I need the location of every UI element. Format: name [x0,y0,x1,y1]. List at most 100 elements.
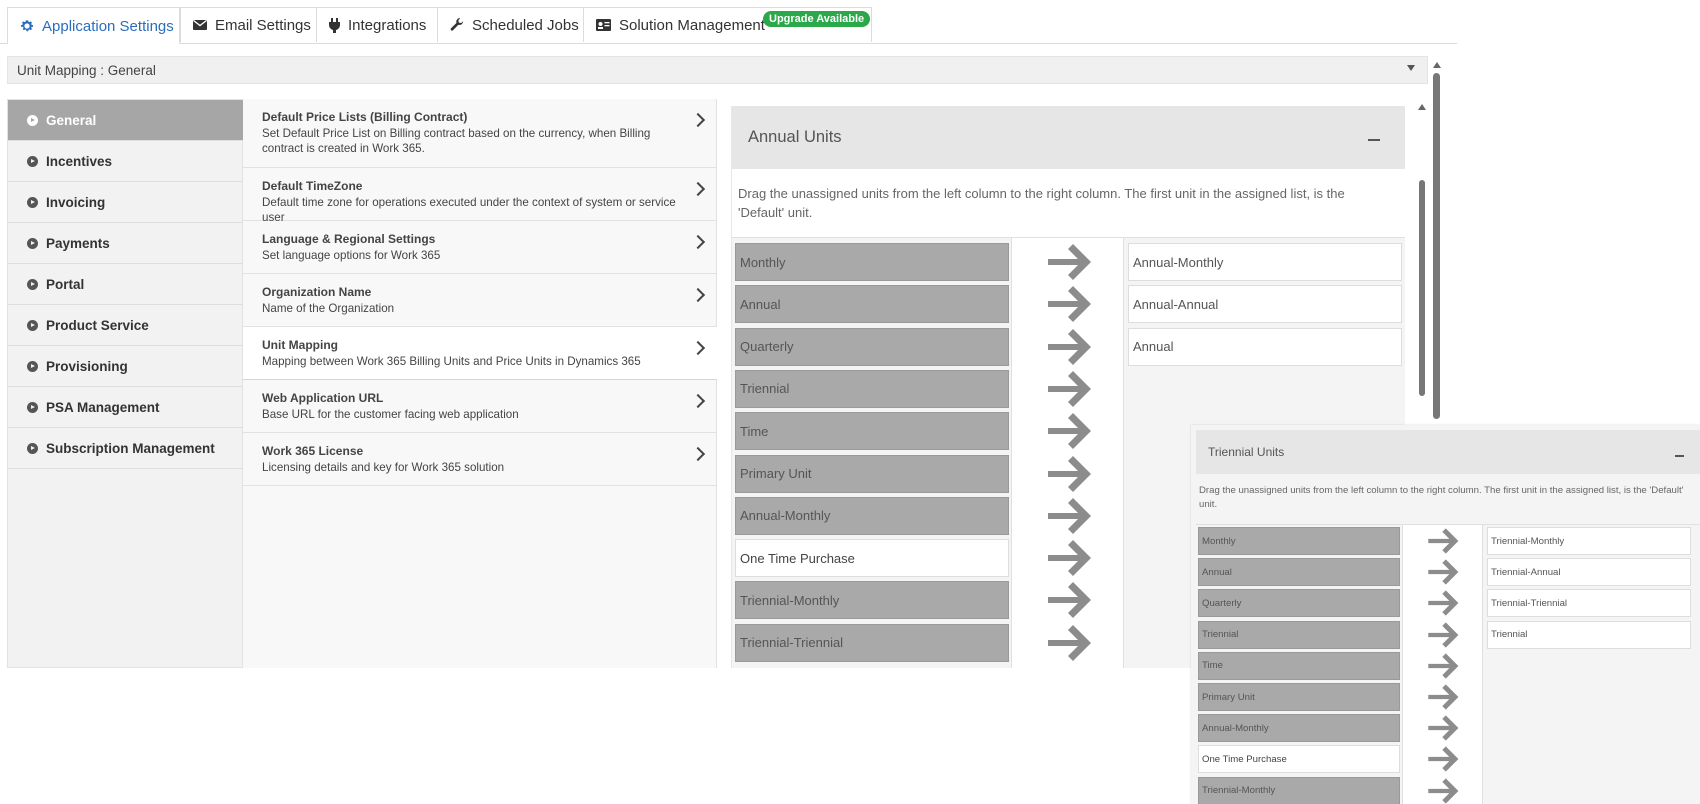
arrow-right-icon [1425,714,1461,742]
assigned-unit-item[interactable]: Annual-Annual [1128,285,1402,324]
collapse-minus-icon[interactable] [1368,139,1380,141]
unassigned-unit-item[interactable]: Annual-Monthly [735,496,1009,535]
setting-web-application-url[interactable]: Web Application URL Base URL for the cus… [243,380,717,433]
annual-units-header[interactable]: Annual Units [732,106,1405,169]
panel-description: Drag the unassigned units from the left … [1199,485,1684,510]
assigned-unit-item[interactable]: Triennial [1487,620,1691,649]
panel-title: Triennial Units [1208,445,1285,459]
chevron-right-icon [690,340,706,356]
tab-label: Integrations [348,16,427,34]
assigned-unit-item[interactable]: Annual-Monthly [1128,243,1402,281]
unassigned-unit-item[interactable]: Quarterly [1198,589,1400,618]
tab-label: Email Settings [215,16,311,34]
arrow-right-icon [1044,327,1094,367]
tab-application-settings[interactable]: Application Settings [7,7,180,44]
page-scrollbar[interactable] [1432,59,1442,419]
settings-list: Default Price Lists (Billing Contract) S… [243,99,717,668]
nav-item-general[interactable]: General [8,100,244,141]
chevron-right-icon [690,446,706,462]
unassigned-unit-item[interactable]: Triennial-Monthly [735,581,1009,620]
scroll-up-arrow-icon[interactable] [1418,104,1426,110]
settings-category-nav: General Incentives Invoicing Payments Po… [7,99,244,668]
assigned-unit-item[interactable]: Annual [1128,327,1402,366]
assigned-unit-item[interactable]: Triennial-Triennial [1487,589,1691,618]
arrow-right-icon [1425,589,1461,617]
plug-icon [329,17,340,33]
scroll-thumb[interactable] [1419,180,1425,396]
arrow-circle-right-icon [27,360,38,372]
assigned-unit-item[interactable]: Triennial-Annual [1487,558,1691,587]
chevron-right-icon [690,393,706,409]
unassigned-unit-item[interactable]: Time [1198,651,1400,680]
scroll-up-arrow-icon[interactable] [1433,62,1441,68]
assigned-unit-item[interactable]: Triennial-Monthly [1487,527,1691,555]
unassigned-unit-item[interactable]: Quarterly [735,327,1009,366]
nav-item-label: Invoicing [46,194,106,210]
setting-description: Set Default Price List on Billing contra… [262,127,651,155]
setting-language-regional[interactable]: Language & Regional Settings Set languag… [243,221,717,274]
tab-label: Application Settings [42,17,174,35]
tab-solution-management[interactable]: Solution Management Upgrade Available [583,7,872,42]
unassigned-unit-item[interactable]: Triennial-Triennial [735,623,1009,662]
tab-scheduled-jobs[interactable]: Scheduled Jobs [437,7,584,42]
nav-item-label: Payments [46,235,110,251]
nav-item-label: Incentives [46,153,113,169]
setting-title: Unit Mapping [262,338,338,352]
arrow-right-icon [1425,527,1461,555]
arrow-right-icon [1425,683,1461,711]
setting-description: Name of the Organization [262,302,395,315]
upgrade-badge[interactable]: Upgrade Available [763,11,871,27]
unassigned-unit-item[interactable]: Triennial [1198,620,1400,649]
nav-item-invoicing[interactable]: Invoicing [8,182,244,223]
arrow-right-icon [1044,454,1094,494]
setting-default-price-lists[interactable]: Default Price Lists (Billing Contract) S… [243,99,717,168]
unassigned-unit-item[interactable]: One Time Purchase [735,539,1009,578]
panel-title: Annual Units [748,128,842,146]
collapse-minus-icon[interactable] [1675,455,1684,457]
unassigned-unit-item[interactable]: Monthly [735,243,1009,281]
unassigned-unit-item[interactable]: Triennial-Monthly [1198,776,1400,804]
nav-item-label: Provisioning [46,358,128,374]
nav-item-subscription-management[interactable]: Subscription Management [8,428,244,469]
arrow-circle-right-icon [27,278,38,290]
nav-item-product-service[interactable]: Product Service [8,305,244,346]
unit-mapping-dropdown[interactable]: Unit Mapping : General [7,56,1428,84]
unassigned-units-column: Monthly Annual Quarterly Triennial Time Prima… [732,238,1011,668]
nav-item-incentives[interactable]: Incentives [8,141,244,182]
unassigned-unit-item[interactable]: Time [735,412,1009,451]
arrow-right-icon [1044,538,1094,578]
tab-integrations[interactable]: Integrations [316,7,438,42]
setting-title: Organization Name [262,285,372,299]
unassigned-unit-item[interactable]: Monthly [1198,527,1400,555]
setting-description: Base URL for the customer facing web app… [262,408,519,421]
panel-scrollbar[interactable] [1417,104,1427,404]
arrow-right-icon [1425,745,1461,773]
triennial-units-header[interactable]: Triennial Units [1196,430,1700,474]
nav-item-payments[interactable]: Payments [8,223,244,264]
unassigned-unit-item[interactable]: Annual [1198,558,1400,587]
nav-item-label: General [46,112,97,128]
arrow-right-icon [1044,411,1094,451]
unit-mapping-columns: Monthly Annual Quarterly Triennial Time Prima… [1196,524,1700,804]
unassigned-unit-item[interactable]: Annual [735,285,1009,324]
tab-email-settings[interactable]: Email Settings [180,7,317,42]
chevron-right-icon [690,181,706,197]
unassigned-unit-item[interactable]: One Time Purchase [1198,745,1400,774]
unassigned-unit-item[interactable]: Primary Unit [1198,683,1400,711]
nav-item-provisioning[interactable]: Provisioning [8,346,244,387]
setting-default-timezone[interactable]: Default TimeZone Default time zone for o… [243,168,717,224]
setting-unit-mapping[interactable]: Unit Mapping Mapping between Work 365 Bi… [243,327,717,380]
nav-item-portal[interactable]: Portal [8,264,244,305]
arrow-right-icon [1044,284,1094,324]
arrow-right-icon [1425,558,1461,586]
top-tab-bar: Application Settings Email Settings Inte… [0,0,1457,44]
setting-title: Work 365 License [262,444,364,458]
setting-description: Mapping between Work 365 Billing Units a… [262,355,641,368]
scroll-thumb[interactable] [1433,73,1440,419]
unassigned-unit-item[interactable]: Triennial [735,369,1009,408]
setting-organization-name[interactable]: Organization Name Name of the Organizati… [243,274,717,327]
setting-work365-license[interactable]: Work 365 License Licensing details and k… [243,433,717,486]
nav-item-psa-management[interactable]: PSA Management [8,387,244,428]
unassigned-unit-item[interactable]: Annual-Monthly [1198,714,1400,743]
unassigned-unit-item[interactable]: Primary Unit [735,454,1009,493]
